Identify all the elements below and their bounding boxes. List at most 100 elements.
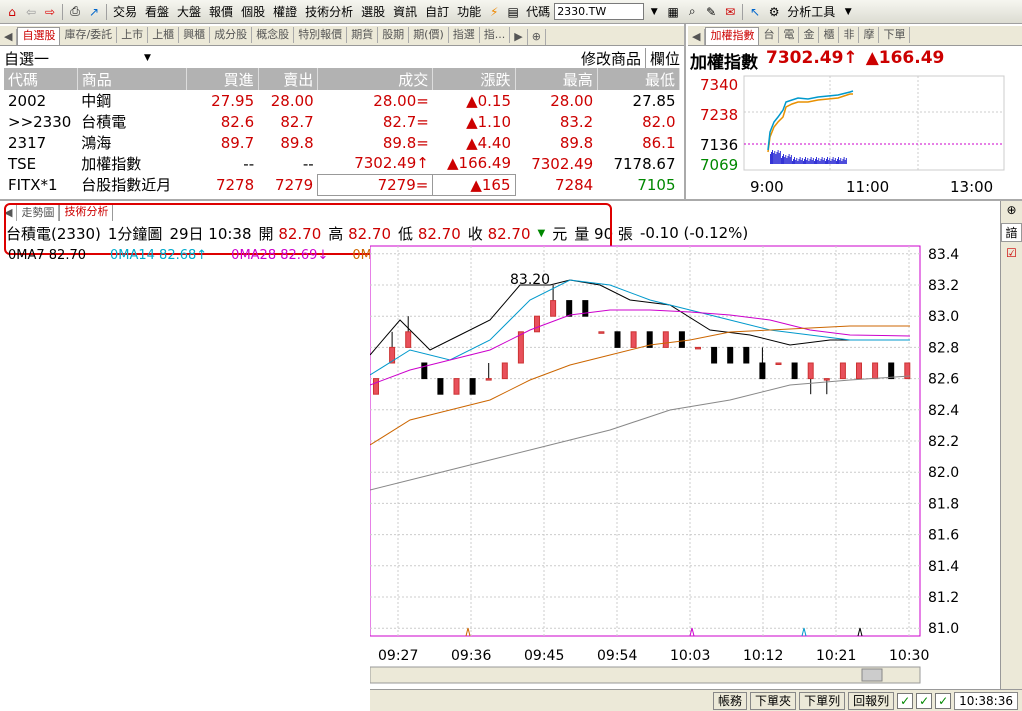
scrollbar-thumb[interactable] bbox=[861, 668, 883, 682]
modify-items-button[interactable]: 修改商品 bbox=[581, 47, 646, 69]
tab-nav-left-icon[interactable]: ◀ bbox=[0, 29, 18, 45]
menu-item[interactable]: 個股 bbox=[238, 3, 268, 20]
index-tab[interactable]: 下單 bbox=[879, 27, 911, 43]
column-header[interactable]: 賣出 bbox=[258, 68, 319, 90]
table-row[interactable]: >>2330 台積電 82.6 82.7 82.7= ▲1.10 83.2 82.0 bbox=[4, 111, 680, 132]
checkbox-3[interactable]: ✓ bbox=[935, 692, 952, 709]
tab-nav-left-icon[interactable]: ◀ bbox=[688, 29, 706, 45]
candle[interactable] bbox=[888, 362, 895, 380]
candle[interactable] bbox=[501, 362, 508, 380]
menu-item[interactable]: 權證 bbox=[270, 3, 300, 20]
column-header[interactable]: 最低 bbox=[597, 68, 681, 90]
quote-tab[interactable]: 期(價) bbox=[409, 27, 449, 43]
lightning-icon[interactable]: ⚡ bbox=[485, 3, 503, 21]
menu-item[interactable]: 報價 bbox=[206, 3, 236, 20]
candle[interactable] bbox=[469, 378, 476, 395]
candle[interactable] bbox=[421, 362, 428, 380]
checkbox-2[interactable]: ✓ bbox=[916, 692, 933, 709]
menu-item[interactable]: 自訂 bbox=[422, 3, 452, 20]
candle[interactable] bbox=[839, 362, 846, 380]
candle[interactable] bbox=[695, 346, 701, 350]
quote-tab[interactable]: 概念股 bbox=[252, 27, 295, 43]
calendar-icon[interactable]: ▤ bbox=[504, 3, 522, 21]
quote-tab[interactable]: 上市 bbox=[117, 27, 149, 43]
table-row[interactable]: 2002 中鋼 27.95 28.00 28.00= ▲0.15 28.00 27.85 bbox=[4, 90, 680, 111]
index-tab[interactable]: 台 bbox=[759, 27, 780, 43]
quote-tab[interactable]: 指選 bbox=[449, 27, 480, 43]
quote-tab[interactable]: 庫存/委託 bbox=[60, 27, 118, 43]
chevron-down-icon[interactable]: ▼ bbox=[839, 3, 857, 21]
menu-item[interactable]: 看盤 bbox=[142, 3, 172, 20]
candle[interactable] bbox=[678, 331, 685, 348]
status-button[interactable]: 下單夾 bbox=[750, 691, 797, 710]
candle[interactable] bbox=[743, 346, 750, 364]
menu-item[interactable]: 交易 bbox=[110, 3, 140, 20]
chevron-down-icon[interactable]: ▼ bbox=[144, 53, 151, 63]
status-button[interactable]: 下單列 bbox=[799, 691, 846, 710]
candle[interactable] bbox=[614, 331, 621, 348]
index-tab[interactable]: 非 bbox=[839, 27, 860, 43]
table-row[interactable]: FITX*1 台股指數近月 7278 7279 7279= ▲165 7284 7105 bbox=[4, 173, 680, 196]
quote-tab[interactable]: 特別報價 bbox=[294, 27, 348, 43]
candle[interactable] bbox=[453, 378, 460, 395]
search-icon[interactable]: ⌕ bbox=[683, 3, 701, 21]
index-tab[interactable]: 櫃 bbox=[819, 27, 840, 43]
back-arrow-icon[interactable]: ⇦ bbox=[22, 3, 40, 21]
zoom-icon[interactable]: ⊕ bbox=[1001, 203, 1022, 217]
analysis-icon[interactable]: ⚙ bbox=[765, 3, 783, 21]
table-row[interactable]: 2317 鴻海 89.7 89.8 89.8= ▲4.40 89.8 86.1 bbox=[4, 132, 680, 153]
note-icon[interactable]: 諳 bbox=[1001, 223, 1022, 242]
quote-tab[interactable]: 自選股 bbox=[17, 27, 61, 45]
candle[interactable] bbox=[856, 362, 862, 380]
candle[interactable] bbox=[711, 346, 718, 364]
status-button[interactable]: 回報列 bbox=[848, 691, 895, 710]
candlestick-chart[interactable]: 83.4 83.2 83.0 82.8 82.6 82.4 82.2 82.0 81.8 81.6… bbox=[370, 244, 1000, 689]
table-row[interactable]: TSE 加權指數 -- -- 7302.49↑ ▲166.49 7302.49 7178.67 bbox=[4, 153, 680, 174]
columns-button[interactable]: 欄位 bbox=[646, 48, 680, 69]
popout-icon[interactable]: ↗ bbox=[85, 3, 103, 21]
candle[interactable] bbox=[775, 362, 782, 365]
check-icon[interactable]: ☑ bbox=[1001, 246, 1022, 260]
column-header[interactable]: 商品 bbox=[77, 68, 187, 90]
candle[interactable] bbox=[630, 331, 637, 348]
watchlist-select[interactable]: 自選一 bbox=[4, 48, 144, 69]
menu-item[interactable]: 功能 bbox=[454, 3, 484, 20]
horizontal-scrollbar[interactable] bbox=[370, 666, 921, 684]
column-header[interactable]: 成交 bbox=[317, 68, 434, 90]
forward-arrow-icon[interactable]: ⇨ bbox=[41, 3, 59, 21]
candle[interactable] bbox=[373, 378, 379, 395]
index-tab[interactable]: 電 bbox=[779, 27, 800, 43]
column-header[interactable]: 代碼 bbox=[4, 68, 78, 90]
home-icon[interactable]: ⌂ bbox=[3, 3, 21, 21]
candle[interactable] bbox=[582, 300, 589, 317]
candle[interactable] bbox=[727, 346, 734, 364]
stamp-icon[interactable]: ✉ bbox=[721, 3, 739, 21]
index-tab[interactable]: 加權指數 bbox=[705, 27, 760, 45]
status-button[interactable]: 帳務 bbox=[713, 691, 748, 710]
candle[interactable] bbox=[534, 315, 540, 333]
menu-item[interactable]: 技術分析 bbox=[302, 3, 356, 20]
print-icon[interactable]: ⎙ bbox=[66, 3, 84, 21]
cursor-icon[interactable]: ↖ bbox=[746, 3, 764, 21]
quote-tab[interactable]: 成分股 bbox=[210, 27, 253, 43]
candle[interactable] bbox=[662, 331, 669, 348]
column-header[interactable]: 買進 bbox=[186, 68, 259, 90]
candle[interactable] bbox=[872, 362, 879, 380]
index-tab[interactable]: 金 bbox=[799, 27, 820, 43]
candle[interactable] bbox=[791, 362, 798, 380]
menu-item[interactable]: 選股 bbox=[358, 3, 388, 20]
checkbox-1[interactable]: ✓ bbox=[897, 692, 914, 709]
analysis-tools-button[interactable]: 分析工具 bbox=[784, 3, 838, 20]
tab-nav-right-icon[interactable]: ▶ bbox=[510, 29, 528, 45]
candle[interactable] bbox=[437, 378, 444, 395]
menu-item[interactable]: 資訊 bbox=[390, 3, 420, 20]
candle[interactable] bbox=[598, 331, 605, 334]
quote-tab[interactable]: 指... bbox=[480, 27, 511, 43]
tools-icon[interactable]: ✎ bbox=[702, 3, 720, 21]
menu-item[interactable]: 大盤 bbox=[174, 3, 204, 20]
candle[interactable] bbox=[566, 300, 573, 317]
code-input[interactable]: 2330.TW bbox=[554, 3, 645, 20]
zoom-icon[interactable]: ⊕ bbox=[528, 29, 546, 45]
quote-tab[interactable]: 股期 bbox=[378, 27, 410, 43]
dropdown-arrow-icon[interactable]: ▼ bbox=[645, 3, 663, 21]
